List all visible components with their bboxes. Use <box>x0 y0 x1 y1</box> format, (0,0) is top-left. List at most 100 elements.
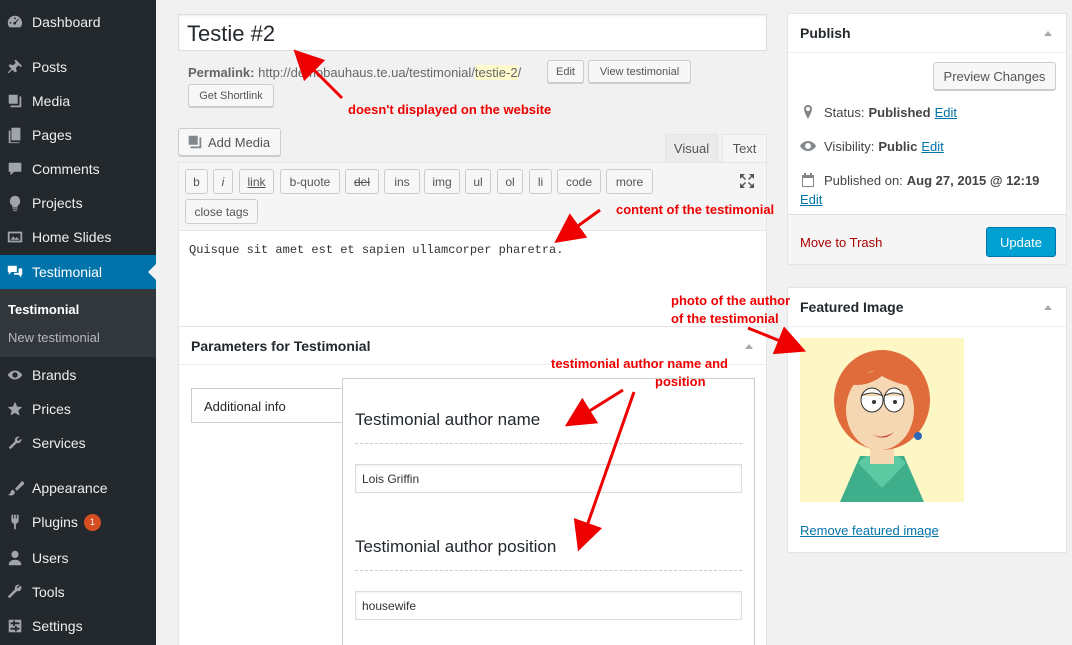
pin-icon <box>804 105 812 119</box>
menu-item-posts[interactable]: Posts <box>0 50 156 84</box>
comment-icon <box>5 159 25 179</box>
menu-item-users[interactable]: Users <box>0 541 156 575</box>
qt-ol-button[interactable]: ol <box>497 169 523 194</box>
menu-item-comments[interactable]: Comments <box>0 152 156 186</box>
divider <box>355 443 742 444</box>
tab-additional-info[interactable]: Additional info <box>191 388 343 423</box>
permalink-slug[interactable]: testie-2 <box>474 65 518 80</box>
menu-label: Media <box>32 93 71 109</box>
published-value: Aug 27, 2015 @ 12:19 <box>906 172 1040 188</box>
menu-item-services[interactable]: Services <box>0 426 156 460</box>
visibility-label: Visibility: <box>824 138 875 154</box>
tab-text[interactable]: Text <box>722 134 767 162</box>
menu-item-projects[interactable]: Projects <box>0 186 156 220</box>
menu-label: Dashboard <box>32 14 101 30</box>
menu-item-pages[interactable]: Pages <box>0 118 156 152</box>
pin-icon <box>5 57 25 77</box>
media-icon <box>5 91 25 111</box>
editor-textarea[interactable]: Quisque sit amet est et sapien ullamcorp… <box>189 243 563 257</box>
menu-item-plugins[interactable]: Plugins 1 <box>0 505 156 539</box>
star-icon <box>5 399 25 419</box>
get-shortlink-button[interactable]: Get Shortlink <box>188 84 274 107</box>
collapse-arrow-icon[interactable] <box>1044 305 1052 310</box>
menu-label: Brands <box>32 367 77 383</box>
annotation-photo-2: of the testimonial <box>671 311 779 326</box>
menu-item-prices[interactable]: Prices <box>0 392 156 426</box>
submenu-item-testimonial[interactable]: Testimonial <box>8 302 79 317</box>
tab-visual[interactable]: Visual <box>665 134 718 162</box>
author-name-label: Testimonial author name <box>355 410 541 429</box>
fullscreen-icon[interactable] <box>739 173 755 189</box>
move-to-trash-link[interactable]: Move to Trash <box>800 235 882 250</box>
calendar-icon <box>802 173 814 187</box>
parameters-title: Parameters for Testimonial <box>191 338 371 354</box>
qt-italic-button[interactable]: i <box>213 169 233 194</box>
post-title-input[interactable]: Testie #2 <box>178 14 767 51</box>
visibility-value: Public <box>878 138 918 154</box>
permalink: Permalink: http://demobauhaus.te.ua/test… <box>188 65 521 80</box>
status-edit-link[interactable]: Edit <box>935 105 957 120</box>
qt-img-button[interactable]: img <box>424 169 460 194</box>
menu-item-tools[interactable]: Tools <box>0 575 156 609</box>
post-title-text: Testie #2 <box>187 21 276 46</box>
permalink-base: http://demobauhaus.te.ua/testimonial/ <box>258 65 475 80</box>
user-icon <box>5 548 25 568</box>
menu-label: Posts <box>32 59 68 75</box>
qt-li-button[interactable]: li <box>529 169 552 194</box>
menu-item-dashboard[interactable]: Dashboard <box>0 5 156 39</box>
pages-icon <box>5 125 25 145</box>
menu-item-home-slides[interactable]: Home Slides <box>0 220 156 254</box>
add-media-button[interactable]: Add Media <box>178 128 281 156</box>
menu-label: Settings <box>32 618 83 634</box>
menu-item-media[interactable]: Media <box>0 84 156 118</box>
annotation-content: content of the testimonial <box>616 202 775 217</box>
annotation-permalink: doesn't displayed on the website <box>348 102 552 117</box>
qt-close-tags-button[interactable]: close tags <box>185 199 258 224</box>
featured-image-thumbnail[interactable] <box>800 338 964 502</box>
collapse-arrow-icon[interactable] <box>1044 31 1052 36</box>
qt-link-button[interactable]: link <box>239 169 274 194</box>
author-name-input[interactable]: Lois Griffin <box>355 464 742 493</box>
menu-item-testimonial[interactable]: Testimonial <box>0 255 156 289</box>
preview-changes-button[interactable]: Preview Changes <box>933 62 1056 90</box>
menu-label: Tools <box>32 584 65 600</box>
wrench-icon <box>5 433 25 453</box>
menu-label: Users <box>32 550 69 566</box>
published-edit-link[interactable]: Edit <box>800 192 822 207</box>
qt-ul-button[interactable]: ul <box>465 169 491 194</box>
published-on-row: Published on: Aug 27, 2015 @ 12:19 <box>800 172 1039 188</box>
visibility-edit-link[interactable]: Edit <box>921 139 943 154</box>
qt-more-button[interactable]: more <box>606 169 653 194</box>
menu-label: Testimonial <box>32 264 103 280</box>
publish-actions: Move to Trash Update <box>788 214 1066 264</box>
qt-bquote-button[interactable]: b-quote <box>280 169 340 194</box>
author-position-input[interactable]: housewife <box>355 591 742 620</box>
divider <box>788 326 1066 327</box>
annotation-author-2: position <box>655 374 706 389</box>
qt-del-button[interactable]: del <box>345 169 379 194</box>
eye-icon <box>800 141 816 151</box>
menu-label: Comments <box>32 161 100 177</box>
menu-item-brands[interactable]: Brands <box>0 358 156 392</box>
annotation-photo-1: photo of the author <box>671 293 791 308</box>
status-value: Published <box>868 104 931 120</box>
menu-item-settings[interactable]: Settings <box>0 609 156 643</box>
additional-info-panel: Testimonial author name Lois Griffin Tes… <box>342 378 755 645</box>
published-label: Published on: <box>824 172 903 188</box>
add-media-label: Add Media <box>208 134 271 150</box>
view-testimonial-button[interactable]: View testimonial <box>588 60 691 83</box>
update-button[interactable]: Update <box>986 227 1056 257</box>
qt-ins-button[interactable]: ins <box>384 169 420 194</box>
status-label: Status: <box>824 104 865 120</box>
menu-item-appearance[interactable]: Appearance <box>0 471 156 505</box>
collapse-arrow-icon[interactable] <box>745 344 753 349</box>
remove-featured-image-link[interactable]: Remove featured image <box>800 523 939 538</box>
annotation-author-1: testimonial author name and <box>551 356 728 371</box>
qt-bold-button[interactable]: b <box>185 169 208 194</box>
menu-label: Plugins <box>32 514 78 530</box>
status-row: Status: Published Edit <box>800 104 957 120</box>
menu-label: Home Slides <box>32 229 112 245</box>
permalink-edit-button[interactable]: Edit <box>547 60 584 83</box>
qt-code-button[interactable]: code <box>557 169 601 194</box>
submenu-item-new-testimonial[interactable]: New testimonial <box>8 330 100 345</box>
